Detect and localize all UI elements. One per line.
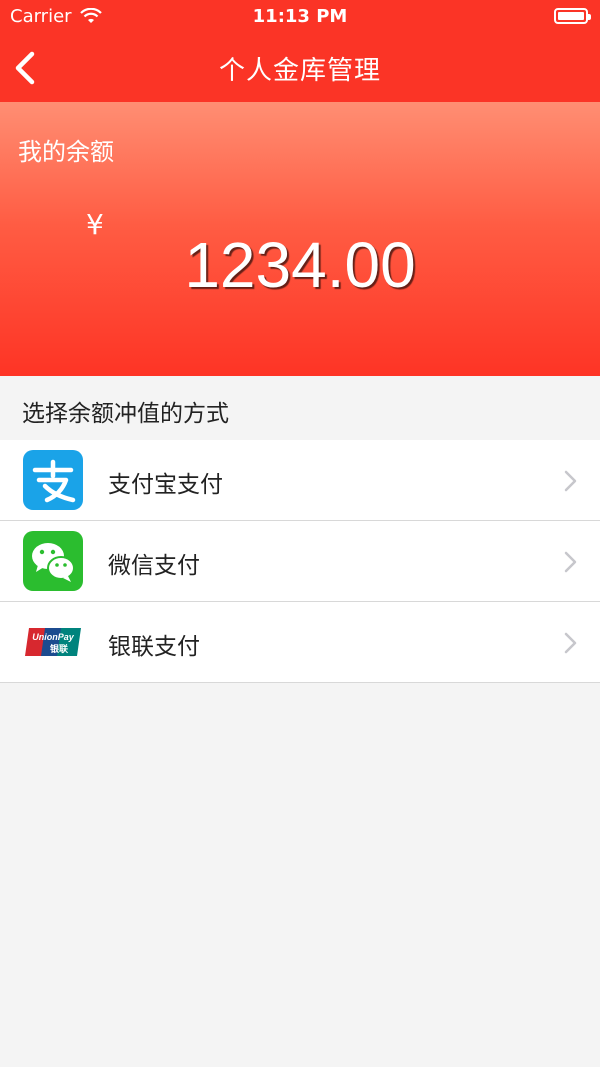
section-title: 选择余额冲值的方式	[22, 401, 229, 427]
status-bar: Carrier 11:13 PM	[0, 0, 600, 34]
nav-bar: 个人金库管理	[0, 34, 600, 102]
payment-method-list: 支付宝支付 微信支付 UnionPay 银联 银联支付	[0, 440, 600, 683]
clock: 11:13 PM	[252, 6, 348, 27]
svg-text:UnionPay: UnionPay	[32, 632, 75, 642]
payment-method-wechat[interactable]: 微信支付	[0, 521, 600, 602]
chevron-right-icon	[564, 632, 577, 654]
battery-level	[558, 12, 584, 20]
payment-method-alipay[interactable]: 支付宝支付	[0, 440, 600, 521]
payment-method-label: 支付宝支付	[108, 472, 223, 498]
chevron-right-icon	[564, 470, 577, 492]
svg-text:银联: 银联	[50, 643, 69, 655]
payment-method-label: 微信支付	[108, 553, 200, 579]
payment-method-label: 银联支付	[108, 634, 200, 660]
alipay-icon	[23, 450, 83, 510]
balance-card: 我的余额 ¥ 1234.00	[0, 102, 600, 376]
page-title: 个人金库管理	[218, 56, 381, 86]
section-header: 选择余额冲值的方式	[0, 376, 600, 440]
balance-label: 我的余额	[18, 138, 114, 166]
chevron-right-icon	[564, 551, 577, 573]
wechat-icon	[23, 531, 83, 591]
battery-icon	[554, 8, 591, 24]
payment-method-unionpay[interactable]: UnionPay 银联 银联支付	[0, 602, 600, 683]
unionpay-icon: UnionPay 银联	[25, 628, 81, 656]
balance-amount: 1234.00	[184, 229, 416, 301]
